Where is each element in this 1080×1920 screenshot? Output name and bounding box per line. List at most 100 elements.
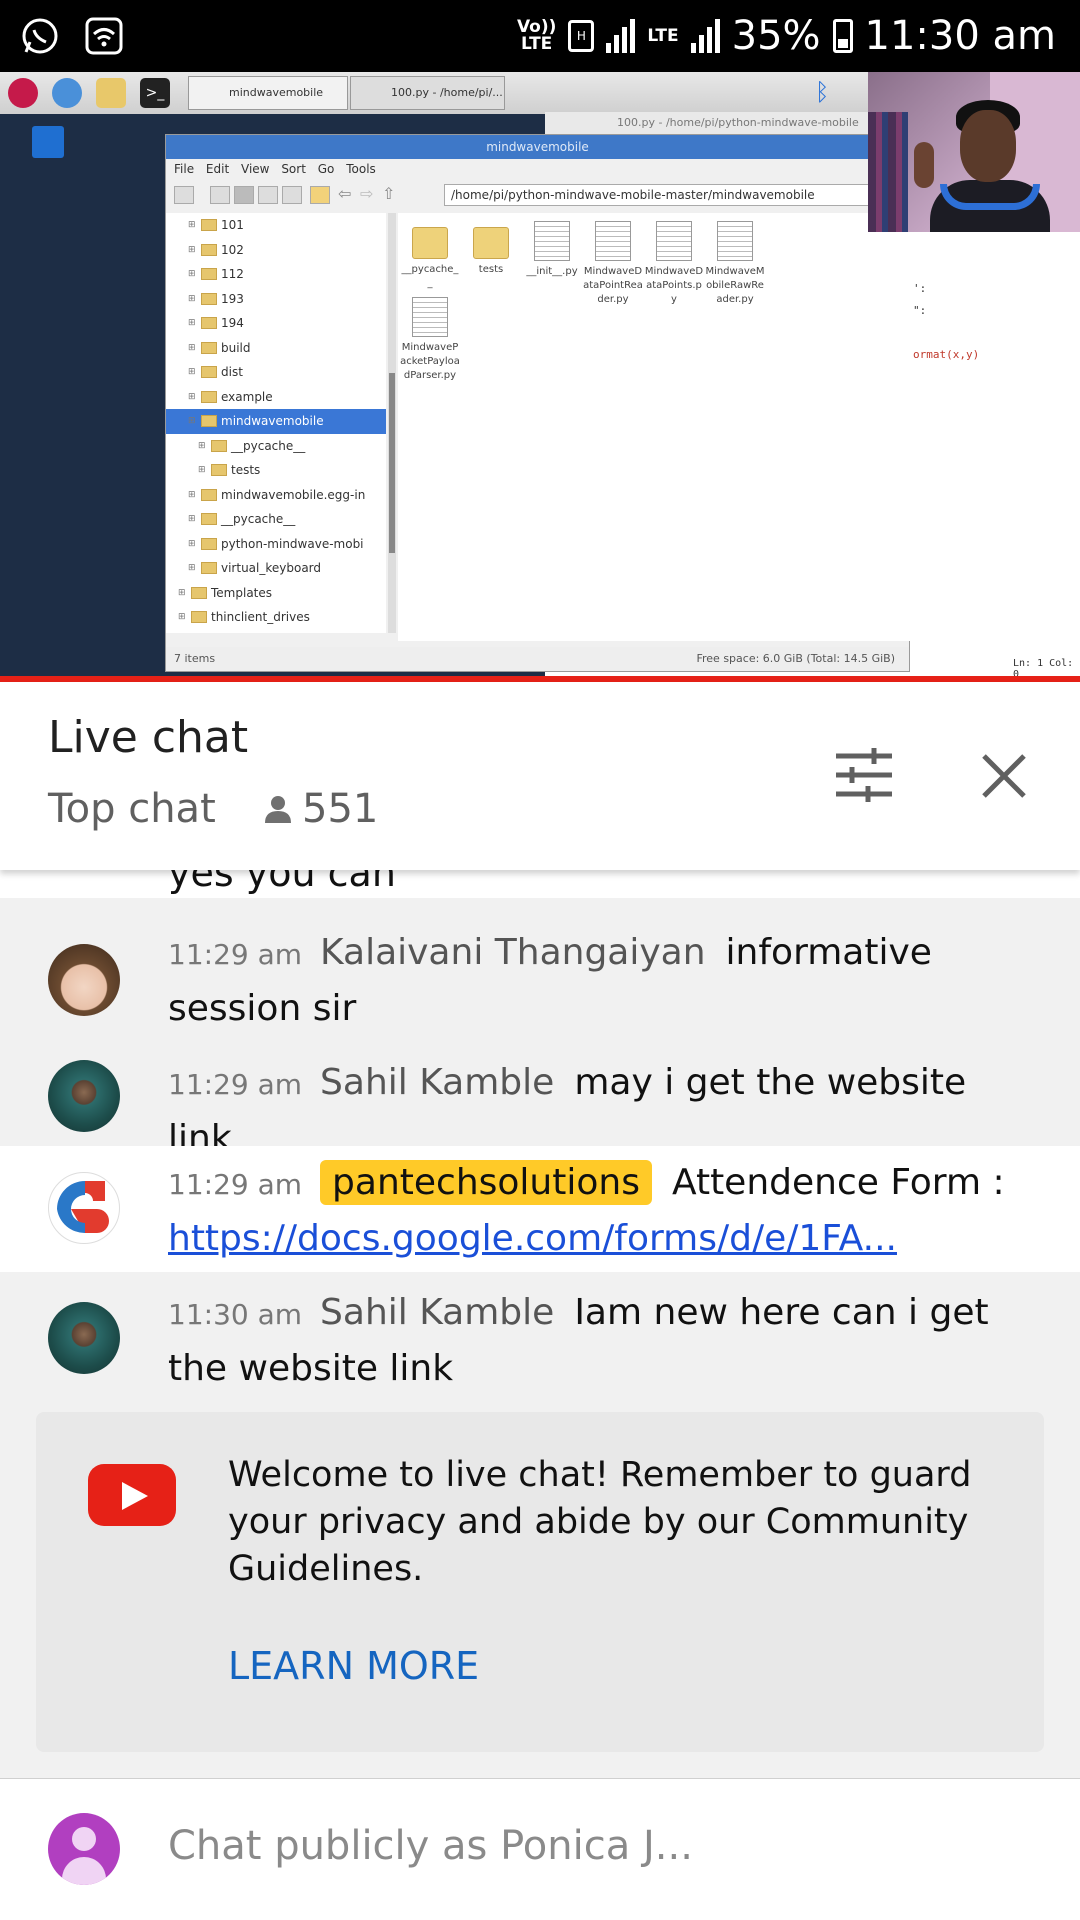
chat-input-bar[interactable]: Chat publicly as Ponica J...: [0, 1778, 1080, 1920]
folder-icon: [473, 227, 509, 259]
toolbar-button: [282, 186, 302, 204]
signal-icon: [606, 19, 636, 53]
message-time: 11:29 am: [168, 1068, 303, 1101]
file-name: MindwaveDataPointReader.py: [583, 266, 643, 305]
author-avatar[interactable]: [48, 1302, 120, 1374]
free-space: Free space: 6.0 GiB (Total: 14.5 GiB): [696, 652, 895, 665]
tree-scrollbar: [388, 213, 396, 633]
file-item: tests: [461, 221, 521, 277]
chat-input-placeholder[interactable]: Chat publicly as Ponica J...: [168, 1823, 693, 1869]
expand-icon: ⊞: [188, 318, 196, 329]
lte-indicator: LTE: [647, 25, 679, 46]
terminal-icon: >_: [140, 78, 170, 108]
close-chat-button[interactable]: [978, 750, 1030, 802]
presenter-webcam: [868, 72, 1080, 232]
tree-item: ⊞ virtual_keyboard: [166, 556, 386, 581]
toolbar-button: [210, 186, 230, 204]
tree-item: ⊞ 193: [166, 287, 386, 312]
chat-mode-selector[interactable]: Top chat: [48, 786, 216, 832]
chat-message-owner: 11:29 am pantechsolutions Attendence Form …: [0, 1146, 1080, 1272]
code-line: ":: [913, 304, 927, 317]
browser-icon: [52, 78, 82, 108]
expand-icon: ⊞: [178, 587, 186, 598]
video-player[interactable]: >_ mindwavemobile 100.py - /home/pi/... …: [0, 72, 1080, 676]
message-author[interactable]: Kalaivani Thangaiyan: [320, 932, 706, 973]
message-link[interactable]: https://docs.google.com/forms/d/e/1FA...: [168, 1218, 897, 1259]
file-item: __init__.py: [522, 221, 582, 279]
code-line: ormat(x,y): [913, 348, 980, 361]
owner-author-badge[interactable]: pantechsolutions: [320, 1160, 652, 1205]
folder-icon: [201, 292, 217, 305]
pantech-logo-avatar[interactable]: [48, 1172, 120, 1244]
tree-item-label: 101: [221, 218, 244, 233]
tree-item: ⊞ example: [166, 385, 386, 410]
tree-item: ⊞ 112: [166, 262, 386, 287]
file-name: MindwaveDataPoints.py: [644, 266, 704, 305]
python-file-icon: [656, 221, 692, 261]
live-chat-header: Live chat Top chat 551: [0, 682, 1080, 870]
folder-icon: [201, 317, 217, 330]
file-list: __pycache__ tests __init__.py MindwaveDataP…: [398, 213, 911, 641]
file-manager-menu: File Edit View Sort Go Tools: [166, 159, 909, 181]
author-avatar[interactable]: [48, 944, 120, 1016]
tree-item: ⊞ build: [166, 336, 386, 361]
expand-icon: ⊞: [188, 367, 196, 378]
message-text: Attendence Form :: [671, 1162, 1005, 1203]
folder-icon: [211, 464, 227, 477]
menu-item: Tools: [346, 162, 376, 176]
message-time: 11:30 am: [168, 1298, 303, 1331]
tree-item: ⊞ mindwavemobile: [166, 409, 386, 434]
tree-item-label: dist: [221, 365, 243, 380]
expand-icon: ⊞: [188, 244, 196, 255]
tree-item: ⊞ thinclient_drives: [166, 605, 386, 630]
folder-icon: [201, 537, 217, 550]
youtube-logo-icon: [88, 1464, 176, 1526]
message-author[interactable]: Sahil Kamble: [320, 1292, 554, 1333]
menu-item: Sort: [281, 162, 306, 176]
chat-message: 11:29 am Sahil Kamble may i get the websit…: [0, 1042, 1080, 1159]
editor-status: Ln: 1 Col: 0: [1013, 658, 1074, 676]
expand-icon: ⊞: [188, 514, 196, 525]
file-name: __pycache__: [401, 264, 459, 289]
tree-item-label: 194: [221, 316, 244, 331]
welcome-card: Welcome to live chat! Remember to guard …: [36, 1412, 1044, 1752]
tree-item: ⊞ mindwavemobile.egg-in: [166, 483, 386, 508]
message-author[interactable]: Sahil Kamble: [320, 1062, 554, 1103]
tree-item-label: __pycache__: [231, 438, 306, 453]
home-icon: [310, 186, 330, 204]
learn-more-link[interactable]: LEARN MORE: [228, 1644, 479, 1688]
viewer-count: 551: [262, 786, 378, 832]
message-time: 11:29 am: [168, 938, 303, 971]
toolbar-button: [174, 186, 194, 204]
tree-item-label: mindwavemobile: [221, 414, 324, 429]
folder-icon: [201, 268, 217, 281]
expand-icon: ⊞: [188, 293, 196, 304]
folder-icon: [191, 611, 207, 624]
author-avatar[interactable]: [48, 1060, 120, 1132]
file-name: MindwavePacketPayloadParser.py: [400, 342, 460, 381]
tree-item: ⊞ Templates: [166, 581, 386, 606]
battery-percent: 35%: [731, 13, 821, 59]
volte-indicator: Vo)) LTE: [516, 17, 557, 54]
sim-icon: H: [568, 20, 595, 52]
chat-message: 11:29 am Kalaivani Thangaiyan informative …: [0, 898, 1080, 1029]
tree-item-label: example: [221, 389, 273, 404]
filter-settings-button[interactable]: [834, 746, 894, 804]
file-item: __pycache__: [400, 221, 460, 291]
menu-item: Go: [317, 162, 335, 176]
expand-icon: ⊞: [198, 440, 206, 451]
expand-icon: ⊞: [188, 416, 196, 427]
file-item: MindwaveMobileRawReader.py: [705, 221, 765, 307]
up-arrow-icon: ⇧: [382, 184, 396, 203]
partial-message: yes you can: [168, 870, 396, 895]
file-name: MindwaveMobileRawReader.py: [705, 266, 765, 305]
forward-arrow-icon: ⇨: [360, 184, 374, 203]
raspberry-icon: [8, 78, 38, 108]
folder-tree: ⊞ 101 ⊞ 102 ⊞ 112 ⊞ 193 ⊞ 194 ⊞ build ⊞ dist ⊞ example ⊞…: [166, 213, 386, 633]
close-icon: [982, 754, 1026, 798]
file-item: MindwavePacketPayloadParser.py: [400, 297, 460, 383]
tree-item: ⊞ __pycache__: [166, 507, 386, 532]
menu-item: View: [241, 162, 270, 176]
folder-icon: [96, 78, 126, 108]
expand-icon: ⊞: [188, 269, 196, 280]
